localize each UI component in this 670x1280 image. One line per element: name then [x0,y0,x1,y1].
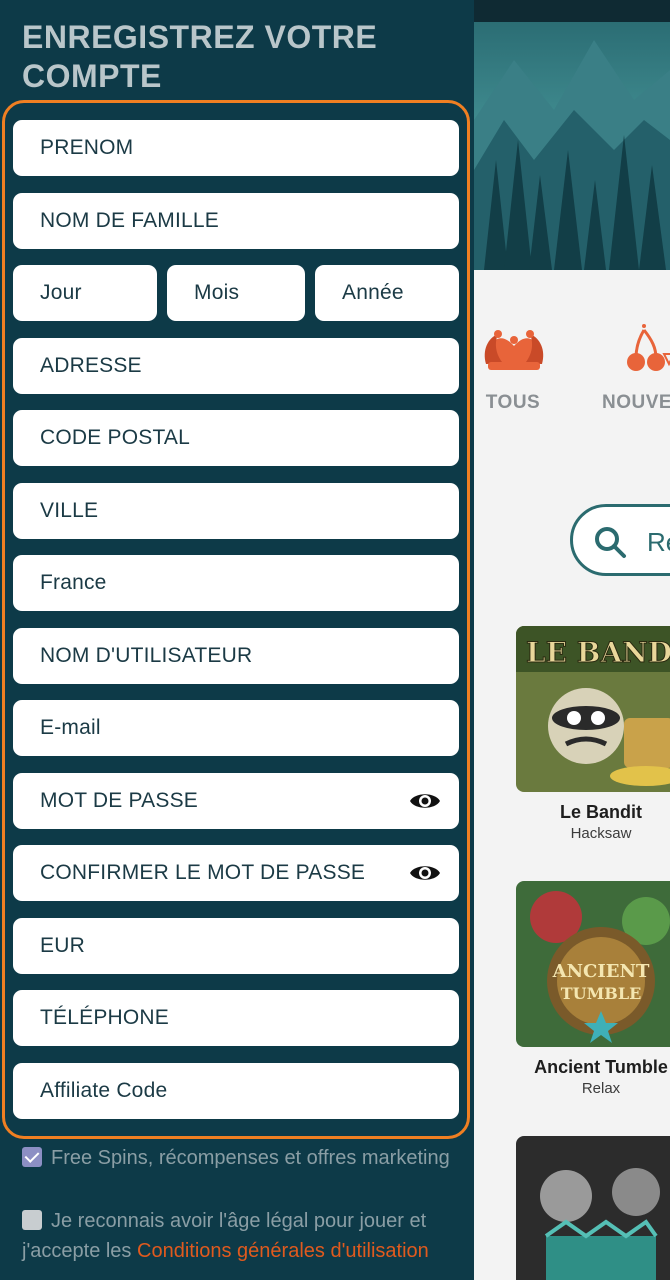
phone-placeholder: TÉLÉPHONE [40,1006,169,1029]
marketing-consent-label: Free Spins, récompenses et offres market… [51,1147,450,1169]
search-placeholder: Re [647,527,670,557]
category-label: NOUVE [602,392,670,413]
city-placeholder: VILLE [40,499,99,522]
category-label: TOUS [485,392,541,413]
country-select[interactable]: France [13,555,459,611]
game-card[interactable]: LE BANDIT Le Bandit Hacksaw [516,626,670,842]
birth-year-placeholder: Année [342,281,404,304]
page-title: ENREGISTREZ VOTRE COMPTE [22,19,378,94]
game-thumbnail: LE BANDIT [516,626,670,792]
age-consent-row: Je reconnais avoir l'âge légal pour joue… [22,1206,462,1266]
svg-text:LE BANDIT: LE BANDIT [526,636,670,669]
svg-text:ANCIENT: ANCIENT [552,961,650,982]
jester-hat-icon [478,320,548,382]
category-tab-new[interactable]: NOUVE [602,320,670,414]
phone-field[interactable]: TÉLÉPHONE [13,990,459,1046]
password-field[interactable]: MOT DE PASSE [13,773,459,829]
terms-link[interactable]: Conditions générales d'utilisation [137,1240,429,1262]
game-card[interactable] [516,1136,670,1280]
game-title: Ancient Tumble [534,1057,668,1077]
username-field[interactable]: NOM D'UTILISATEUR [13,628,459,684]
postal-code-field[interactable]: CODE POSTAL [13,410,459,466]
game-provider: Hacksaw [570,825,632,842]
game-provider: Relax [581,1080,621,1097]
show-confirm-password-eye-icon[interactable] [409,861,441,889]
username-placeholder: NOM D'UTILISATEUR [40,644,253,667]
affiliate-code-field[interactable]: Affiliate Code [13,1063,459,1119]
currency-value: EUR [40,934,85,957]
confirm-password-placeholder: CONFIRMER LE MOT DE PASSE [40,861,366,884]
address-field[interactable]: ADRESSE [13,338,459,394]
city-field[interactable]: VILLE [13,483,459,539]
background-page: TOUS NOUVE Re [474,0,670,1280]
marketing-consent-row: Free Spins, récompenses et offres market… [22,1143,462,1173]
registration-drawer: ENREGISTREZ VOTRE COMPTE PRENOM NOM DE F… [0,0,474,1280]
game-card[interactable]: ANCIENT TUMBLE Ancient Tumble Relax [516,881,670,1097]
birth-day-select[interactable]: Jour [13,265,157,321]
game-thumbnail [516,1136,670,1280]
marketing-consent-checkbox[interactable] [22,1147,42,1167]
game-thumbnail: ANCIENT TUMBLE [516,881,670,1047]
postal-code-placeholder: CODE POSTAL [40,426,191,449]
password-placeholder: MOT DE PASSE [40,789,198,812]
currency-select[interactable]: EUR [13,918,459,974]
birth-month-placeholder: Mois [194,281,240,304]
last-name-field[interactable]: NOM DE FAMILLE [13,193,459,249]
game-title: Le Bandit [559,802,642,822]
first-name-field[interactable]: PRENOM [13,120,459,176]
game-search[interactable]: Re [570,504,670,576]
svg-text:TUMBLE: TUMBLE [561,984,642,1003]
birth-day-placeholder: Jour [40,281,82,304]
confirm-password-field[interactable]: CONFIRMER LE MOT DE PASSE [13,845,459,901]
birth-month-select[interactable]: Mois [167,265,305,321]
age-consent-checkbox[interactable] [22,1210,42,1230]
email-placeholder: E-mail [40,716,101,739]
registration-form-frame [2,100,470,1139]
promo-banner[interactable] [474,0,670,270]
search-icon [593,525,627,563]
first-name-placeholder: PRENOM [40,136,134,159]
last-name-placeholder: NOM DE FAMILLE [40,209,220,232]
email-field[interactable]: E-mail [13,700,459,756]
category-tab-all[interactable]: TOUS [478,320,548,414]
birth-year-select[interactable]: Année [315,265,459,321]
affiliate-code-placeholder: Affiliate Code [40,1079,168,1102]
country-value: France [40,571,107,594]
show-password-eye-icon[interactable] [409,789,441,817]
cherries-icon [622,320,670,382]
address-placeholder: ADRESSE [40,354,142,377]
